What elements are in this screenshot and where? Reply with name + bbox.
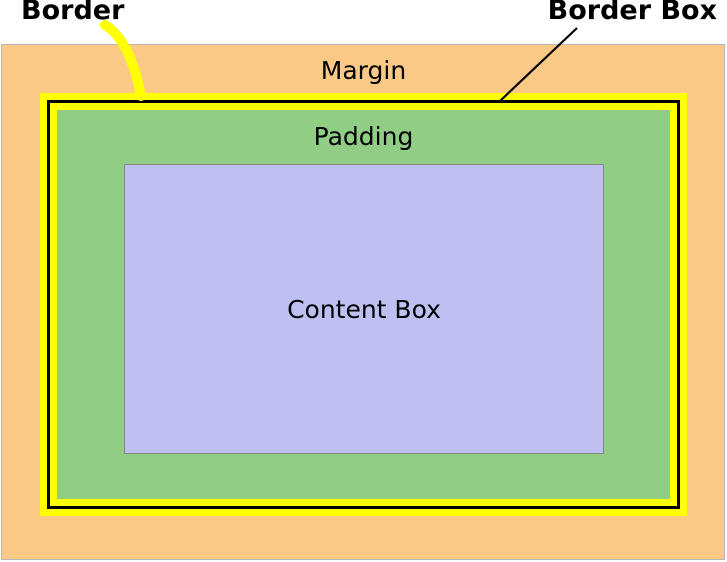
- padding-label: Padding: [0, 122, 727, 151]
- margin-label: Margin: [0, 56, 727, 85]
- content-box-label: Content Box: [287, 295, 441, 324]
- border-callout-label: Border: [21, 0, 124, 26]
- border-box-callout-label: Border Box: [548, 0, 717, 26]
- content-box-area: Content Box: [124, 164, 604, 454]
